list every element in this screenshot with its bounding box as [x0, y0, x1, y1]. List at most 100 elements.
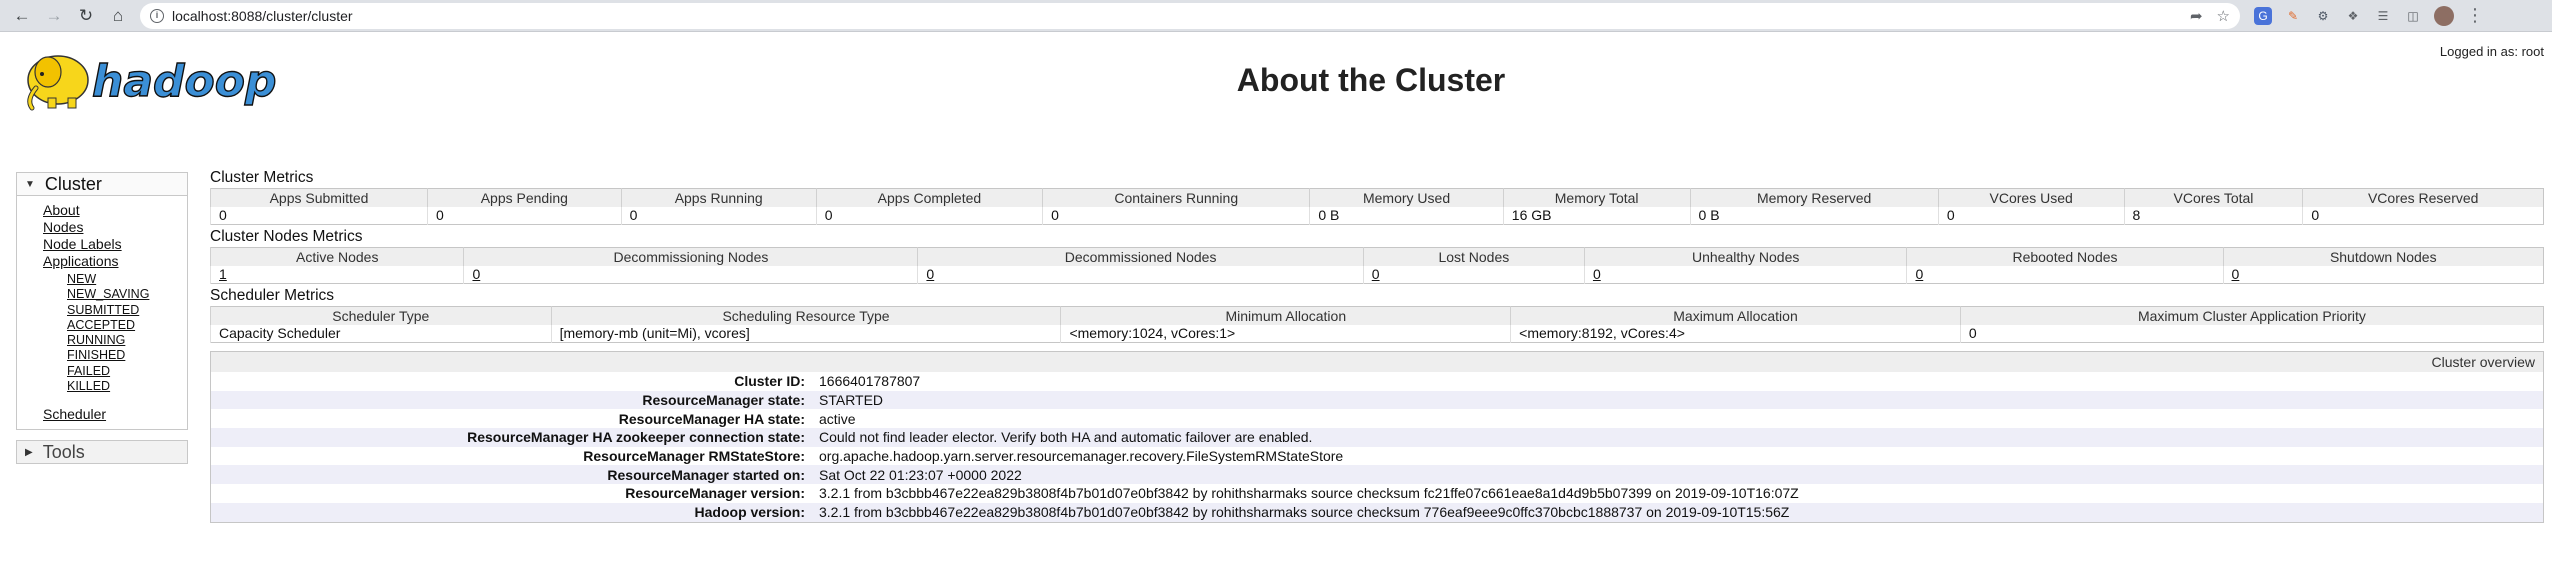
- column-header: Memory Total: [1502, 188, 1691, 207]
- cluster-overview-panel: Cluster overview Cluster ID: 16664017878…: [210, 351, 2544, 523]
- app-state-link-running[interactable]: RUNNING: [67, 333, 187, 348]
- column-header: Lost Nodes: [1362, 247, 1585, 266]
- reading-list-icon[interactable]: ☰: [2374, 7, 2392, 25]
- column-header: Scheduler Type: [210, 306, 552, 325]
- overview-value: Sat Oct 22 01:23:07 +0000 2022: [819, 466, 1022, 483]
- sidebar-link-about[interactable]: About: [43, 202, 187, 219]
- page-title: About the Cluster: [1236, 62, 1506, 98]
- column-header: Rebooted Nodes: [1906, 247, 2224, 266]
- more-menu-icon[interactable]: ⋮: [2466, 5, 2484, 26]
- extension-icon[interactable]: ✎: [2284, 7, 2302, 25]
- cluster-overview-title: Cluster overview: [211, 352, 2543, 372]
- app-state-link-finished[interactable]: FINISHED: [67, 348, 187, 363]
- app-state-link-submitted[interactable]: SUBMITTED: [67, 303, 187, 318]
- sidebar-link-applications[interactable]: Applications: [43, 253, 187, 270]
- overview-value: 3.2.1 from b3cbbb467e22ea829b3808f4b7b01…: [819, 485, 1799, 502]
- triangle-down-icon: ▼: [25, 178, 35, 190]
- overview-value: org.apache.hadoop.yarn.server.resourcema…: [819, 448, 1344, 465]
- scheduler-value: [memory-mb (unit=Mi), vcores]: [550, 324, 1061, 343]
- active-nodes-link[interactable]: 1: [219, 266, 227, 282]
- decommissioned-nodes-link[interactable]: 0: [926, 266, 934, 282]
- forward-arrow-icon[interactable]: →: [40, 2, 68, 30]
- decommissioning-nodes-link[interactable]: 0: [472, 266, 480, 282]
- tools-accordion-label: Tools: [42, 441, 85, 462]
- shutdown-nodes-link[interactable]: 0: [2232, 266, 2240, 282]
- unhealthy-nodes-link[interactable]: 0: [1593, 266, 1601, 282]
- puzzle-extensions-icon[interactable]: ❖: [2344, 7, 2362, 25]
- site-info-icon[interactable]: i: [150, 8, 164, 23]
- column-header: Apps Submitted: [209, 188, 428, 207]
- overview-value: active: [819, 410, 856, 427]
- address-bar[interactable]: i localhost:8088/cluster/cluster ➦ ☆: [140, 2, 2240, 29]
- column-header: Memory Reserved: [1689, 188, 1939, 207]
- metric-value: 0: [427, 206, 622, 225]
- sidebar-link-nodes[interactable]: Nodes: [43, 219, 187, 236]
- column-header: Shutdown Nodes: [2222, 247, 2544, 266]
- overview-label: Cluster ID:: [734, 373, 805, 390]
- column-header: VCores Used: [1937, 188, 2124, 207]
- lost-nodes-link[interactable]: 0: [1372, 266, 1380, 282]
- overview-value: 3.2.1 from b3cbbb467e22ea829b3808f4b7b01…: [819, 504, 1790, 521]
- sidebar-nav: ▼ Cluster About Nodes Node Labels Applic…: [16, 172, 188, 465]
- column-header: Scheduling Resource Type: [550, 306, 1061, 325]
- scheduler-metrics-title: Scheduler Metrics: [210, 287, 335, 304]
- app-state-link-failed[interactable]: FAILED: [67, 364, 187, 379]
- app-state-link-accepted[interactable]: ACCEPTED: [67, 318, 187, 333]
- sidebar-link-node-labels[interactable]: Node Labels: [43, 236, 187, 253]
- reload-icon[interactable]: ↻: [72, 2, 100, 30]
- overview-label: Hadoop version:: [694, 504, 805, 521]
- overview-row: ResourceManager RMStateStore: org.apache…: [211, 447, 2543, 466]
- profile-avatar[interactable]: [2434, 5, 2454, 26]
- overview-row: ResourceManager HA state: active: [211, 409, 2543, 428]
- metric-value: 0: [1042, 206, 1310, 225]
- metric-value: 0: [2302, 206, 2544, 225]
- extension-icon[interactable]: ⚙: [2314, 7, 2332, 25]
- nodes-metrics-title: Cluster Nodes Metrics: [210, 228, 363, 245]
- overview-row: Cluster ID: 1666401787807: [211, 372, 2543, 391]
- app-state-link-new[interactable]: NEW: [67, 272, 187, 287]
- column-header: Apps Pending: [427, 188, 622, 207]
- cluster-metrics-table: Apps Submitted Apps Pending Apps Running…: [209, 188, 2544, 225]
- overview-label: ResourceManager started on:: [607, 466, 805, 483]
- back-arrow-icon[interactable]: ←: [8, 2, 36, 30]
- cluster-accordion-header[interactable]: ▼ Cluster: [16, 172, 188, 196]
- overview-label: ResourceManager RMStateStore:: [583, 448, 805, 465]
- table-row: 0 0 0 0 0 0 B 16 GB 0 B 0 8 0: [209, 206, 2544, 225]
- column-header: Decommissioned Nodes: [917, 247, 1364, 266]
- logged-in-user: Logged in as: root: [2439, 44, 2544, 59]
- column-header: Decommissioning Nodes: [463, 247, 918, 266]
- home-icon[interactable]: ⌂: [104, 2, 132, 30]
- overview-row: ResourceManager version: 3.2.1 from b3cb…: [211, 484, 2543, 503]
- overview-value: Could not find leader elector. Verify bo…: [819, 429, 1313, 446]
- app-state-link-killed[interactable]: KILLED: [67, 379, 187, 394]
- metric-value: 0 B: [1689, 206, 1939, 225]
- tools-accordion-header[interactable]: ▶ Tools: [16, 440, 188, 465]
- overview-label: ResourceManager HA state:: [618, 410, 805, 427]
- column-header: Unhealthy Nodes: [1583, 247, 1907, 266]
- overview-value: STARTED: [819, 392, 884, 409]
- browser-toolbar: ← → ↻ ⌂ i localhost:8088/cluster/cluster…: [0, 0, 2552, 32]
- column-header: Apps Completed: [815, 188, 1043, 207]
- overview-row: ResourceManager started on: Sat Oct 22 0…: [211, 465, 2543, 485]
- column-header: Maximum Allocation: [1510, 306, 1961, 325]
- translate-extension-icon[interactable]: G: [2254, 6, 2272, 25]
- scheduler-value: <memory:8192, vCores:4>: [1510, 324, 1961, 343]
- scheduler-value: Capacity Scheduler: [210, 324, 552, 343]
- overview-row: ResourceManager state: STARTED: [211, 390, 2543, 410]
- share-icon[interactable]: ➦: [2190, 7, 2203, 25]
- side-panel-icon[interactable]: ◫: [2404, 7, 2422, 25]
- app-state-link-new-saving[interactable]: NEW_SAVING: [67, 287, 187, 302]
- cluster-metrics-title: Cluster Metrics: [210, 169, 314, 186]
- metric-value: 0 B: [1309, 206, 1504, 225]
- metric-value: 0: [620, 206, 817, 225]
- rebooted-nodes-link[interactable]: 0: [1915, 266, 1923, 282]
- sidebar-link-scheduler[interactable]: Scheduler: [43, 406, 187, 423]
- column-header: Active Nodes: [209, 247, 464, 266]
- overview-label: ResourceManager HA zookeeper connection …: [467, 429, 805, 446]
- overview-value: 1666401787807: [819, 373, 921, 390]
- scheduler-metrics-table: Scheduler Type Scheduling Resource Type …: [210, 306, 2544, 343]
- overview-label: ResourceManager version:: [625, 485, 805, 502]
- column-header: Maximum Cluster Application Priority: [1959, 306, 2544, 325]
- column-header: VCores Reserved: [2302, 188, 2544, 207]
- bookmark-star-icon[interactable]: ☆: [2217, 7, 2230, 25]
